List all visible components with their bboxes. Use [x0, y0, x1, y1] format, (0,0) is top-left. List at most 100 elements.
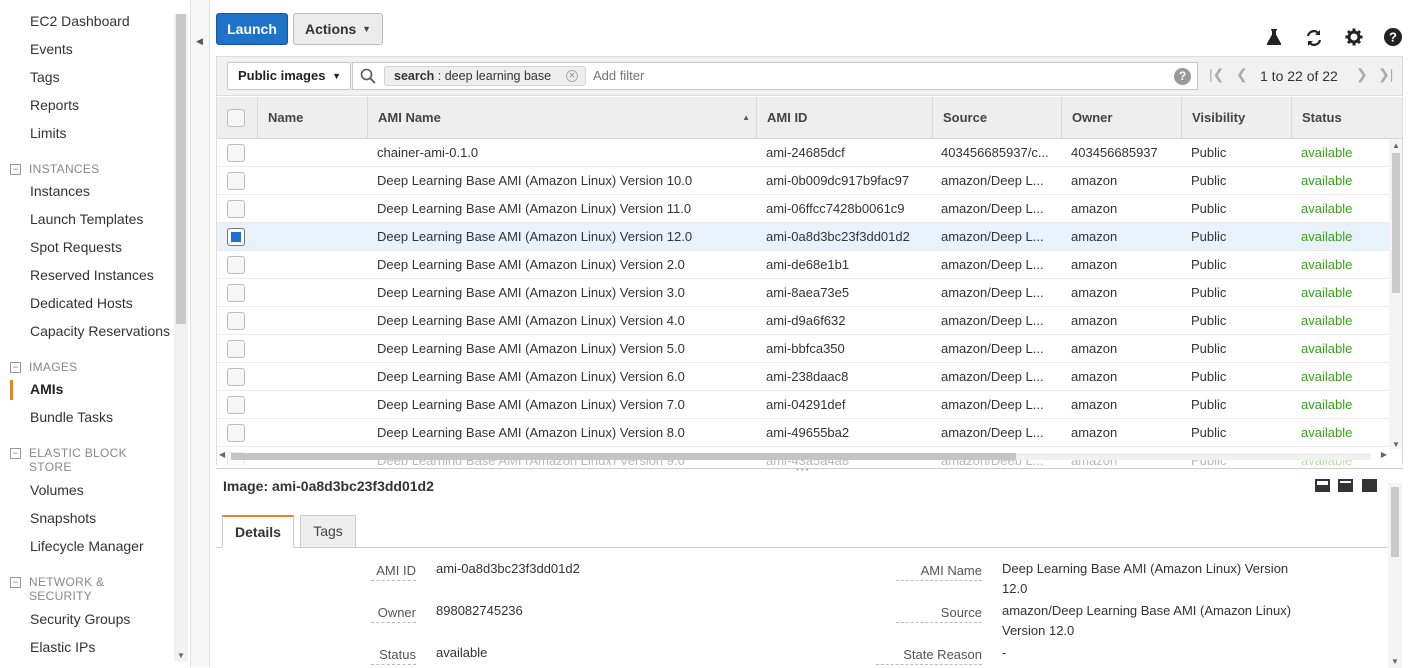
table-row[interactable]: Deep Learning Base AMI (Amazon Linux) Ve…	[217, 363, 1389, 391]
scrollbar-thumb[interactable]	[1392, 153, 1400, 293]
row-checkbox[interactable]	[227, 172, 245, 190]
row-checkbox[interactable]	[227, 396, 245, 414]
detail-scrollbar[interactable]: ▼	[1388, 483, 1402, 668]
search-box[interactable]: search : deep learning base ✕ ?	[352, 62, 1198, 90]
tab-tags[interactable]: Tags	[300, 515, 356, 548]
help-icon[interactable]: ?	[1383, 28, 1403, 48]
first-page-icon[interactable]: |❮	[1209, 66, 1224, 83]
gear-icon[interactable]	[1344, 28, 1364, 48]
row-checkbox[interactable]	[227, 200, 245, 218]
collapse-icon[interactable]: −	[10, 362, 21, 373]
sidebar-section-images[interactable]: − IMAGES	[10, 360, 77, 374]
help-icon[interactable]: ?	[1174, 68, 1191, 85]
active-indicator	[10, 380, 13, 400]
column-header-visibility[interactable]: Visibility	[1181, 97, 1291, 139]
layout-split-icon[interactable]	[1338, 479, 1353, 492]
row-checkbox[interactable]	[227, 424, 245, 442]
row-checkbox[interactable]	[227, 256, 245, 274]
sidebar-scrollbar[interactable]: ▼	[174, 14, 188, 662]
sidebar-section-network-security[interactable]: − NETWORK & SECURITY	[10, 575, 104, 603]
table-row[interactable]: Deep Learning Base AMI (Amazon Linux) Ve…	[217, 251, 1389, 279]
close-icon[interactable]: ✕	[566, 70, 578, 82]
scroll-down-icon[interactable]: ▼	[1392, 440, 1400, 449]
collapse-icon[interactable]: −	[10, 577, 21, 588]
column-header-name[interactable]: Name	[257, 97, 367, 139]
scroll-up-icon[interactable]: ▲	[1392, 141, 1400, 150]
row-checkbox[interactable]	[227, 228, 245, 246]
column-header-status[interactable]: Status	[1291, 97, 1402, 139]
cell-status: available	[1301, 145, 1353, 160]
table-row[interactable]: Deep Learning Base AMI (Amazon Linux) Ve…	[217, 307, 1389, 335]
table-row[interactable]: Deep Learning Base AMI (Amazon Linux) Ve…	[217, 335, 1389, 363]
row-checkbox[interactable]	[227, 312, 245, 330]
actions-dropdown[interactable]: Actions ▼	[293, 13, 383, 45]
sidebar-item-instances[interactable]: Instances	[30, 183, 90, 199]
collapse-icon[interactable]: −	[10, 448, 21, 459]
image-scope-dropdown[interactable]: Public images ▼	[227, 62, 351, 90]
prev-page-icon[interactable]: ❮	[1236, 66, 1248, 83]
chevron-left-icon[interactable]: ◀	[196, 36, 203, 47]
table-vertical-scrollbar[interactable]: ▲ ▼	[1389, 139, 1402, 449]
sidebar-collapse-bar[interactable]: ◀	[190, 0, 210, 667]
layout-bottom-icon[interactable]	[1315, 479, 1330, 492]
row-checkbox[interactable]	[227, 340, 245, 358]
launch-button[interactable]: Launch	[216, 13, 288, 45]
chevron-down-icon: ▼	[362, 24, 371, 34]
table-row[interactable]: chainer-ami-0.1.0 ami-24685dcf 40345668593…	[217, 139, 1389, 167]
sidebar-item-reserved-instances[interactable]: Reserved Instances	[30, 267, 154, 283]
sidebar-item-capacity-reservations[interactable]: Capacity Reservations	[30, 323, 170, 339]
row-checkbox[interactable]	[227, 144, 245, 162]
collapse-icon[interactable]: −	[10, 164, 21, 175]
scrollbar-thumb[interactable]	[231, 453, 1016, 460]
table-row[interactable]: Deep Learning Base AMI (Amazon Linux) Ve…	[217, 419, 1389, 447]
sidebar-item-snapshots[interactable]: Snapshots	[30, 510, 96, 526]
sidebar-item-security-groups[interactable]: Security Groups	[30, 611, 130, 627]
scroll-left-icon[interactable]: ◀	[219, 450, 225, 459]
sidebar-item-volumes[interactable]: Volumes	[30, 482, 84, 498]
actions-label: Actions	[305, 21, 357, 37]
sidebar-item-launch-templates[interactable]: Launch Templates	[30, 211, 143, 227]
row-checkbox[interactable]	[227, 284, 245, 302]
flask-icon[interactable]	[1264, 28, 1284, 48]
scroll-down-icon[interactable]: ▼	[177, 651, 185, 660]
table-row[interactable]: Deep Learning Base AMI (Amazon Linux) Ve…	[217, 279, 1389, 307]
table-row[interactable]: Deep Learning Base AMI (Amazon Linux) Ve…	[217, 167, 1389, 195]
sidebar-section-elastic-block-store[interactable]: − ELASTIC BLOCK STORE	[10, 446, 127, 474]
table-horizontal-scrollbar[interactable]: ◀ ▶	[217, 450, 1389, 462]
sidebar-item-ec2-dashboard[interactable]: EC2 Dashboard	[30, 13, 130, 29]
last-page-icon[interactable]: ❯|	[1378, 66, 1393, 83]
sidebar-item-events[interactable]: Events	[30, 41, 73, 57]
sidebar-item-spot-requests[interactable]: Spot Requests	[30, 239, 122, 255]
table-row[interactable]: Deep Learning Base AMI (Amazon Linux) Ve…	[217, 391, 1389, 419]
add-filter-input[interactable]	[591, 63, 1151, 89]
scroll-right-icon[interactable]: ▶	[1381, 450, 1387, 459]
layout-top-icon[interactable]	[1362, 479, 1377, 492]
column-header-ami-id[interactable]: AMI ID	[756, 97, 932, 139]
cell-ami-id: ami-04291def	[766, 397, 846, 412]
column-header-source[interactable]: Source	[932, 97, 1061, 139]
cell-status: available	[1301, 313, 1353, 328]
sidebar-item-amis[interactable]: AMIs	[30, 381, 63, 397]
scrollbar-thumb[interactable]	[1391, 487, 1399, 557]
search-filter-token[interactable]: search : deep learning base ✕	[384, 66, 586, 86]
table-row[interactable]: Deep Learning Base AMI (Amazon Linux) Ve…	[217, 223, 1389, 251]
column-header-ami-name[interactable]: AMI Name ▲	[367, 97, 756, 139]
row-checkbox[interactable]	[227, 368, 245, 386]
scroll-down-icon[interactable]: ▼	[1391, 657, 1399, 666]
sidebar-section-instances[interactable]: − INSTANCES	[10, 162, 100, 176]
refresh-icon[interactable]	[1304, 28, 1324, 48]
sidebar-item-dedicated-hosts[interactable]: Dedicated Hosts	[30, 295, 133, 311]
tab-details[interactable]: Details	[222, 515, 294, 548]
sidebar-item-elastic-ips[interactable]: Elastic IPs	[30, 639, 95, 655]
sidebar-item-bundle-tasks[interactable]: Bundle Tasks	[30, 409, 113, 425]
next-page-icon[interactable]: ❯	[1356, 66, 1368, 83]
sidebar-item-tags[interactable]: Tags	[30, 69, 60, 85]
select-all-checkbox[interactable]	[227, 109, 245, 127]
cell-name	[267, 279, 367, 307]
sidebar-item-lifecycle-manager[interactable]: Lifecycle Manager	[30, 538, 144, 554]
scrollbar-thumb[interactable]	[176, 14, 186, 324]
column-header-owner[interactable]: Owner	[1061, 97, 1181, 139]
sidebar-item-reports[interactable]: Reports	[30, 97, 79, 113]
sidebar-item-limits[interactable]: Limits	[30, 125, 67, 141]
table-row[interactable]: Deep Learning Base AMI (Amazon Linux) Ve…	[217, 195, 1389, 223]
